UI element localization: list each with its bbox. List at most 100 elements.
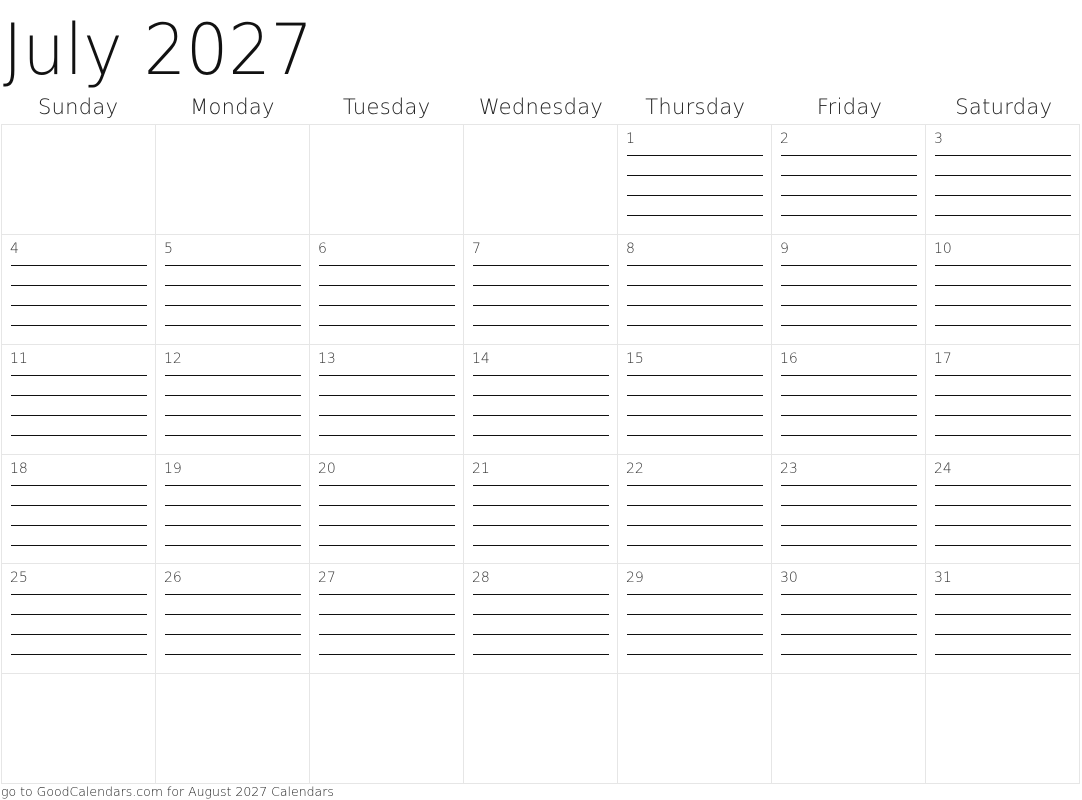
writing-line: [11, 374, 147, 376]
writing-line: [935, 264, 1071, 266]
writing-line: [165, 614, 301, 616]
day-cell: 19: [156, 454, 310, 565]
day-number: 1: [626, 131, 635, 147]
writing-line: [11, 414, 147, 416]
writing-line: [627, 614, 763, 616]
writing-line: [627, 524, 763, 526]
day-cell: 9: [772, 234, 926, 345]
writing-line: [11, 434, 147, 436]
writing-line: [781, 614, 917, 616]
writing-line: [627, 394, 763, 396]
writing-line: [627, 284, 763, 286]
writing-line: [165, 504, 301, 506]
day-number: 20: [318, 460, 336, 477]
writing-line: [165, 284, 301, 286]
writing-line: [781, 414, 917, 416]
writing-line: [627, 374, 763, 376]
writing-line: [473, 414, 609, 416]
writing-line: [935, 324, 1071, 326]
writing-line: [935, 614, 1071, 616]
day-number: 5: [164, 240, 173, 257]
writing-line: [11, 394, 147, 396]
day-cell: 8: [618, 234, 772, 345]
day-number: 11: [10, 350, 28, 367]
day-cell: 28: [464, 564, 618, 675]
day-number: 2: [780, 131, 789, 147]
writing-line: [11, 304, 147, 306]
empty-cell: [2, 125, 156, 235]
writing-line: [473, 614, 609, 616]
day-cell: 30: [772, 564, 926, 675]
day-cell: 1: [618, 125, 772, 235]
writing-line: [319, 324, 455, 326]
writing-line: [473, 634, 609, 636]
day-number: 17: [934, 350, 952, 367]
day-cell: 3: [926, 125, 1080, 235]
day-cell: 14: [464, 344, 618, 455]
day-cell: 15: [618, 344, 772, 455]
day-cell: 7: [464, 234, 618, 345]
writing-line: [781, 394, 917, 396]
calendar-grid: 1 2 3 4 5 6 7 8 9 10 11 12 13 14 15 16 17 18 19 20 21 22 23 24 2…: [1, 124, 1080, 784]
weekday-header: Sunday Monday Tuesday Wednesday Thursday…: [1, 90, 1081, 124]
writing-line: [319, 504, 455, 506]
writing-line: [473, 504, 609, 506]
day-number: 25: [10, 570, 28, 587]
writing-line: [319, 524, 455, 526]
day-number: 26: [164, 570, 182, 587]
day-cell: 10: [926, 234, 1080, 345]
writing-line: [319, 544, 455, 546]
writing-line: [165, 394, 301, 396]
writing-line: [11, 324, 147, 326]
writing-line: [165, 324, 301, 326]
writing-line: [473, 654, 609, 656]
day-cell: 22: [618, 454, 772, 565]
writing-line: [11, 524, 147, 526]
day-number: 13: [318, 350, 336, 367]
writing-line: [11, 594, 147, 596]
empty-cell: [464, 125, 618, 235]
writing-line: [935, 434, 1071, 436]
day-number: 29: [626, 570, 644, 587]
writing-line: [935, 175, 1071, 176]
writing-line: [781, 215, 917, 216]
day-number: 7: [472, 240, 481, 257]
writing-line: [627, 175, 763, 176]
writing-line: [165, 264, 301, 266]
writing-line: [319, 614, 455, 616]
writing-line: [319, 414, 455, 416]
writing-line: [319, 304, 455, 306]
writing-line: [627, 195, 763, 196]
writing-line: [473, 284, 609, 286]
empty-cell: [926, 674, 1080, 784]
day-cell: 27: [310, 564, 464, 675]
day-number: 21: [472, 460, 490, 477]
writing-line: [11, 264, 147, 266]
writing-line: [935, 374, 1071, 376]
writing-line: [319, 374, 455, 376]
writing-line: [627, 264, 763, 266]
day-cell: 2: [772, 125, 926, 235]
empty-cell: [2, 674, 156, 784]
writing-line: [781, 654, 917, 656]
day-number: 16: [780, 350, 798, 367]
writing-line: [935, 394, 1071, 396]
weekday-label: Sunday: [37, 95, 119, 119]
writing-line: [627, 324, 763, 326]
writing-line: [165, 524, 301, 526]
writing-line: [11, 504, 147, 506]
writing-line: [781, 594, 917, 596]
writing-line: [319, 634, 455, 636]
writing-line: [781, 304, 917, 306]
weekday-label: Thursday: [645, 95, 746, 119]
writing-line: [165, 374, 301, 376]
writing-line: [935, 594, 1071, 596]
footer-link-text[interactable]: go to GoodCalendars.com for August 2027 …: [1, 784, 334, 800]
writing-line: [627, 434, 763, 436]
day-cell: 23: [772, 454, 926, 565]
writing-line: [935, 654, 1071, 656]
writing-line: [781, 374, 917, 376]
writing-line: [319, 594, 455, 596]
day-cell: 12: [156, 344, 310, 455]
writing-line: [935, 155, 1071, 156]
